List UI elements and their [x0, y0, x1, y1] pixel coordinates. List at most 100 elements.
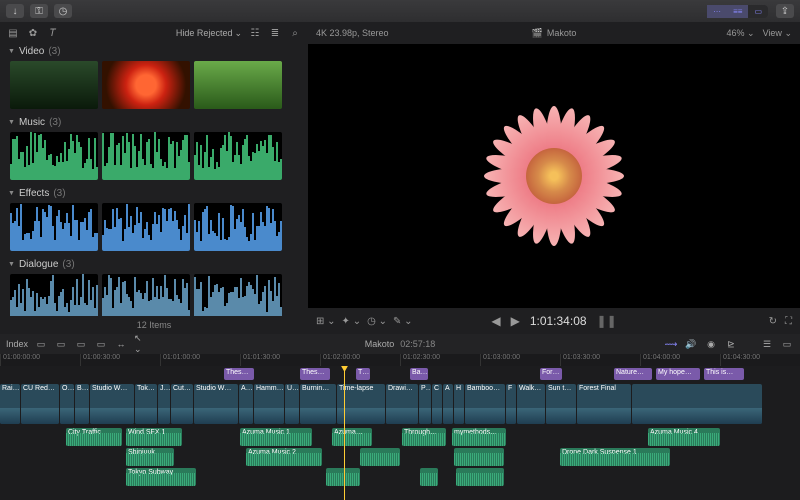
title-clip[interactable]: Thes… — [300, 368, 330, 380]
video-clip[interactable]: U… — [285, 384, 299, 424]
playhead[interactable] — [344, 366, 345, 500]
skimming-button[interactable]: ⟿ — [664, 338, 678, 350]
layout-seg-1[interactable]: ··· — [707, 5, 727, 18]
audio-thumbnail[interactable] — [10, 274, 98, 316]
share-button[interactable]: ⇪ — [776, 4, 794, 18]
category-header[interactable]: ▼Video(3) — [4, 44, 304, 59]
video-clip[interactable]: A… — [239, 384, 253, 424]
audio-clip[interactable]: City Traffic — [66, 428, 122, 446]
search-icon[interactable]: ⌕ — [288, 26, 302, 40]
keyword-button[interactable]: ⚿ — [30, 4, 48, 18]
category-header[interactable]: ▼Music(3) — [4, 115, 304, 130]
video-clip[interactable]: Sun t… — [546, 384, 576, 424]
video-clip[interactable]: F — [506, 384, 516, 424]
audio-thumbnail[interactable] — [102, 274, 190, 316]
audio-thumbnail[interactable] — [102, 203, 190, 251]
category-header[interactable]: ▼Effects(3) — [4, 186, 304, 201]
title-clip[interactable]: This is… — [704, 368, 744, 380]
video-clip[interactable]: Walk… — [517, 384, 545, 424]
fullscreen-button[interactable]: ⛶ — [785, 316, 792, 327]
audio-clip[interactable]: mymethods… — [452, 428, 506, 446]
layout-seg-2[interactable]: ≡≡ — [727, 5, 748, 18]
audio-clip[interactable] — [456, 468, 504, 486]
filter-dropdown[interactable]: Hide Rejected ⌄ — [176, 28, 242, 39]
video-thumbnail[interactable] — [10, 61, 98, 109]
step-forward-button[interactable]: ❚❚ — [597, 314, 617, 328]
audio-clip[interactable]: Azuma Music 4 — [648, 428, 720, 446]
video-clip[interactable]: Drawi… — [386, 384, 418, 424]
timeline-settings-button[interactable]: ▭ — [780, 338, 794, 350]
enhance-dropdown[interactable]: ✎ ⌄ — [393, 316, 413, 327]
library-tab[interactable]: ▤ — [6, 26, 20, 40]
title-clip[interactable]: T… — [356, 368, 370, 380]
audio-thumbnail[interactable] — [194, 274, 282, 316]
zoom-dropdown[interactable]: 46% ⌄ — [727, 28, 755, 39]
title-clip[interactable]: Nature… — [614, 368, 652, 380]
timeline-tracks[interactable]: Thes…Thes…T…Ba…For…Nature…My hope…This i… — [0, 366, 800, 500]
background-tasks-button[interactable]: ◷ — [54, 4, 72, 18]
video-thumbnail[interactable] — [102, 61, 190, 109]
audio-skimming-button[interactable]: 🔊 — [684, 338, 698, 350]
video-clip[interactable]: Forest Final — [577, 384, 631, 424]
scale-dropdown[interactable]: ⊞ ⌄ — [316, 316, 336, 327]
play-backward-button[interactable]: ◀ — [491, 314, 500, 328]
audio-clip[interactable] — [420, 468, 438, 486]
clip-appearance-button[interactable]: ☷ — [248, 26, 262, 40]
tl-layout-4[interactable]: ▭ — [94, 338, 108, 350]
import-button[interactable]: ↓ — [6, 4, 24, 18]
trim-tool-dropdown[interactable]: ↔ — [114, 338, 128, 350]
audio-clip[interactable]: Tokyo Subway — [126, 468, 196, 486]
audio-thumbnail[interactable] — [194, 132, 282, 180]
audio-thumbnail[interactable] — [10, 132, 98, 180]
audio-clip[interactable]: Drone Dark Suspense 1 — [560, 448, 670, 466]
audio-thumbnail[interactable] — [10, 203, 98, 251]
video-clip[interactable]: Hamm… — [254, 384, 284, 424]
video-clip[interactable]: Rai… — [0, 384, 20, 424]
viewer-timecode[interactable]: 1:01:34:08 — [530, 314, 587, 328]
tl-layout-3[interactable]: ▭ — [74, 338, 88, 350]
audio-clip[interactable]: Azuma… — [332, 428, 372, 446]
video-clip[interactable]: Studio W… — [194, 384, 238, 424]
viewer-canvas[interactable] — [308, 44, 800, 308]
audio-clip[interactable]: Shinjuuk… — [126, 448, 174, 466]
audio-thumbnail[interactable] — [102, 132, 190, 180]
list-view-button[interactable]: ≣ — [268, 26, 282, 40]
video-clip[interactable]: Bamboo… — [465, 384, 505, 424]
video-clip[interactable]: Tok… — [135, 384, 157, 424]
audio-clip[interactable]: Wind SFX 1 — [126, 428, 182, 446]
video-clip[interactable]: Studio W… — [90, 384, 134, 424]
title-clip[interactable]: Thes… — [224, 368, 254, 380]
audio-clip[interactable]: Azuma Music 1 — [240, 428, 312, 446]
tl-layout-1[interactable]: ▭ — [34, 338, 48, 350]
retime-dropdown[interactable]: ◷ ⌄ — [367, 316, 387, 327]
select-tool-dropdown[interactable]: ↖ ⌄ — [134, 338, 148, 350]
snapping-button[interactable]: ⊵ — [724, 338, 738, 350]
loop-button[interactable]: ↻ — [769, 316, 777, 327]
video-clip[interactable]: P… — [419, 384, 431, 424]
video-clip[interactable]: B… — [75, 384, 89, 424]
layout-seg-3[interactable]: ▭ — [748, 5, 768, 18]
audio-thumbnail[interactable] — [194, 203, 282, 251]
photos-tab[interactable]: ✿ — [26, 26, 40, 40]
video-clip[interactable]: Cut… — [171, 384, 193, 424]
titles-tab[interactable]: 𝑇 — [46, 26, 60, 40]
audio-clip[interactable] — [454, 448, 504, 466]
index-button[interactable]: Index — [6, 339, 28, 349]
title-clip[interactable]: Ba… — [410, 368, 428, 380]
video-thumbnail[interactable] — [194, 61, 282, 109]
layout-segmented-control[interactable]: ··· ≡≡ ▭ — [707, 5, 768, 18]
tl-layout-2[interactable]: ▭ — [54, 338, 68, 350]
audio-clip[interactable]: Azuma Music 2 — [246, 448, 322, 466]
video-clip[interactable]: O… — [60, 384, 74, 424]
clip-appearance-button[interactable]: ☰ — [760, 338, 774, 350]
audio-clip[interactable] — [326, 468, 360, 486]
video-clip[interactable]: C — [432, 384, 442, 424]
video-clip[interactable]: J… — [158, 384, 170, 424]
video-clip[interactable]: H — [454, 384, 464, 424]
effects-dropdown[interactable]: ✦ ⌄ — [342, 316, 362, 327]
browser-list[interactable]: ▼Video(3) ▼Music(3) ▼Effects(3) ▼Dialogu… — [0, 44, 308, 316]
video-clip[interactable]: A — [443, 384, 453, 424]
video-clip[interactable] — [632, 384, 762, 424]
play-button[interactable]: ▶ — [511, 314, 520, 328]
solo-button[interactable]: ◉ — [704, 338, 718, 350]
